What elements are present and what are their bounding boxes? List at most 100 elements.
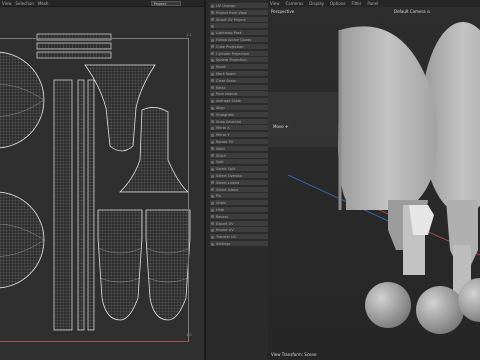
tool-button[interactable]: Reset [210,64,270,71]
tool-button[interactable]: Export UV [210,220,270,227]
tool-button[interactable]: Clear Seam [210,77,270,84]
tool-label: Straighten [216,112,235,117]
tool-label: Mirror X [216,126,230,131]
tool-button[interactable]: Project from View [210,9,270,16]
tool-label: Cylinder Projection [216,51,249,56]
tool-icon [211,188,214,192]
tool-button[interactable]: Pack Islands [210,91,270,98]
viewport-menu-item[interactable]: Display [309,1,324,6]
viewport-menu-item[interactable]: Filter [351,1,361,6]
uv-menu-item[interactable]: View [2,1,12,6]
tool-label: Unpin [216,201,227,206]
tool-icon [211,38,214,42]
tool-icon [211,79,214,83]
tool-label: Split [216,160,224,165]
tool-icon [211,24,214,28]
viewport-status: View Transform: Scene [271,352,317,357]
3d-viewport[interactable]: View Cameras Display Options Filter Pane… [268,0,480,360]
viewport-menu-item[interactable]: Options [330,1,345,6]
tool-icon [211,92,214,96]
tool-button[interactable]: Select Overlap [210,173,270,179]
tool-button[interactable]: Mirror X [210,125,270,132]
tool-button[interactable]: Rotate 90 [210,139,270,145]
tool-button[interactable]: Lightmap Pack [210,30,270,37]
tool-label: Pack Islands [216,92,238,97]
tool-button[interactable]: Relax [210,84,270,91]
tool-button[interactable]: Weld [210,145,270,152]
tool-button[interactable]: Straighten [210,111,270,118]
tool-label: Clear Seam [216,78,237,83]
tool-icon [211,99,214,103]
tool-icon [211,181,214,185]
tool-button[interactable]: Smart UV Project [210,16,270,23]
tool-button[interactable]: Select Split [210,166,270,173]
tool-label: Project from View [216,10,247,15]
tool-label: Select Island [216,187,239,192]
tool-button[interactable]: Pin [210,193,270,200]
tool-button[interactable]: Cube Projection [210,43,270,50]
ball-model-left [365,282,411,328]
tool-button[interactable]: Average Scale [210,98,270,105]
tool-icon [211,45,214,49]
tool-icon [211,222,214,226]
tool-icon [211,31,214,35]
tool-button[interactable]: Mirror Y [210,132,270,139]
uv-menu-item[interactable]: Mesh [38,1,49,6]
tool-icon [211,113,214,117]
tool-icon [211,58,214,62]
tool-button[interactable]: Sphere Projection [210,57,270,64]
tool-button[interactable]: Follow Active Quads [210,37,270,43]
tool-icon [211,65,214,69]
tool-button[interactable]: Settings [210,241,270,247]
uv-mode-select[interactable]: Project [151,1,181,6]
viewport-view-name: Perspective [271,9,295,14]
viewport-menu-item[interactable]: Cameras [286,1,304,6]
tool-icon [211,18,214,22]
tool-icon [211,126,214,130]
tool-icon [211,242,214,246]
tool-icon [211,147,214,151]
tool-button[interactable]: Hide [210,207,270,213]
tool-label: Rotate 90 [216,140,234,144]
tool-label: Mirror Y [216,133,230,138]
tool-button[interactable]: Select Linked [210,179,270,186]
uv-tools-panel: UV Unwrap Project from View Smart UV Proje… [206,0,270,360]
tool-button[interactable]: Import UV [210,227,270,234]
tool-label: Transfer UV [216,235,237,240]
tool-label: Snap Selected [216,119,242,124]
viewport-menu-item[interactable]: Panel [367,1,378,6]
uv-canvas[interactable]: 1.1 1.0 [0,8,204,360]
tool-label: Hide [216,208,224,212]
tool-button[interactable]: Cylinder Projection [210,50,270,57]
uv-editor-panel: View Selection Mesh Project 1.1 1.0 [0,0,204,360]
viewport-camera-label[interactable]: Default Camera ⊙ [394,9,430,14]
tool-icon [211,140,214,144]
tool-button[interactable] [210,23,270,30]
tool-button[interactable]: Mark Seam [210,71,270,77]
tool-icon [211,160,214,164]
tool-button[interactable]: Snap Selected [210,118,270,125]
tool-button[interactable]: Split [210,159,270,166]
tool-button[interactable]: Stitch [210,152,270,159]
tool-button[interactable]: Select Island [210,186,270,193]
tool-button[interactable]: Unpin [210,200,270,207]
viewport-menu-item[interactable]: View [270,1,280,6]
tool-button[interactable]: Align [210,105,270,111]
tool-button[interactable]: Transfer UV [210,234,270,241]
tool-icon [211,194,214,198]
tool-icon [211,228,214,232]
viewport-menubar: View Cameras Display Options Filter Pane… [268,0,480,7]
tool-icon [211,133,214,137]
tool-label: Import UV [216,228,234,233]
tool-label: Stitch [216,153,227,158]
tool-label: Weld [216,146,225,151]
uv-corner-top-label: 1.1 [186,33,192,37]
tool-button[interactable]: UV Unwrap [210,3,270,9]
uv-menu-item[interactable]: Selection [16,1,34,6]
tool-label: Smart UV Project [216,17,246,22]
tool-label: Export UV [216,221,234,226]
tool-label: Settings [216,242,231,246]
tool-button[interactable]: Reveal [210,213,270,220]
tool-label: Lightmap Pack [216,31,242,36]
tool-icon [211,154,214,158]
